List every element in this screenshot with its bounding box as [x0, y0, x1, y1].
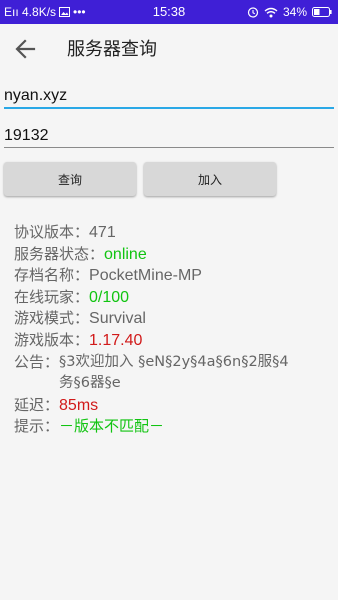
hint-row: 提示： －版本不匹配－ — [14, 416, 303, 438]
notice-value: §3欢迎加入 §eN§2y§4a§6n§2服§4务§6器§e — [59, 353, 289, 392]
server-info: 协议版本： 471 服务器状态： online 存档名称： PocketMine… — [14, 222, 303, 438]
notice-label: 公告： — [14, 352, 60, 371]
arrow-back-icon — [15, 39, 36, 59]
hint-label: 提示： — [14, 417, 60, 436]
players-label: 在线玩家： — [14, 287, 90, 306]
status-bar: Eıı 4.8K/s ••• 15:38 34% — [0, 0, 338, 24]
battery-icon — [312, 7, 332, 17]
query-button[interactable]: 查询 — [4, 162, 136, 196]
players-value: 0/100 — [89, 288, 130, 306]
latency-label: 延迟： — [14, 395, 60, 414]
wifi-icon — [264, 7, 278, 17]
app-bar: 服务器查询 — [0, 24, 338, 74]
page-title: 服务器查询 — [67, 39, 157, 60]
back-button[interactable] — [12, 36, 40, 62]
host-input-underline — [4, 107, 334, 109]
notice-row: 公告： §3欢迎加入 §eN§2y§4a§6n§2服§4务§6器§e — [14, 352, 303, 395]
hint-value: －版本不匹配－ — [59, 417, 165, 436]
join-button[interactable]: 加入 — [144, 162, 276, 196]
latency-row: 延迟： 85ms — [14, 395, 303, 417]
save-row: 存档名称： PocketMine-MP — [14, 265, 303, 287]
mode-row: 游戏模式： Survival — [14, 308, 303, 330]
save-label: 存档名称： — [14, 266, 90, 285]
mode-value: Survival — [89, 310, 146, 328]
status-row: 服务器状态： online — [14, 244, 303, 266]
latency-value: 85ms — [59, 396, 99, 414]
port-input-underline — [4, 147, 334, 148]
version-value: 1.17.40 — [89, 331, 143, 349]
version-label: 游戏版本： — [14, 330, 90, 349]
save-value: PocketMine-MP — [89, 267, 202, 285]
protocol-row: 协议版本： 471 — [14, 222, 303, 244]
status-label: 服务器状态： — [14, 244, 105, 263]
version-row: 游戏版本： 1.17.40 — [14, 330, 303, 352]
status-right: 34% — [247, 5, 332, 19]
status-value: online — [104, 245, 147, 263]
mode-label: 游戏模式： — [14, 309, 90, 328]
players-row: 在线玩家： 0/100 — [14, 287, 303, 309]
battery-percent: 34% — [282, 5, 307, 19]
protocol-label: 协议版本： — [14, 223, 90, 241]
alarm-icon — [247, 7, 259, 18]
protocol-value: 471 — [89, 224, 116, 241]
